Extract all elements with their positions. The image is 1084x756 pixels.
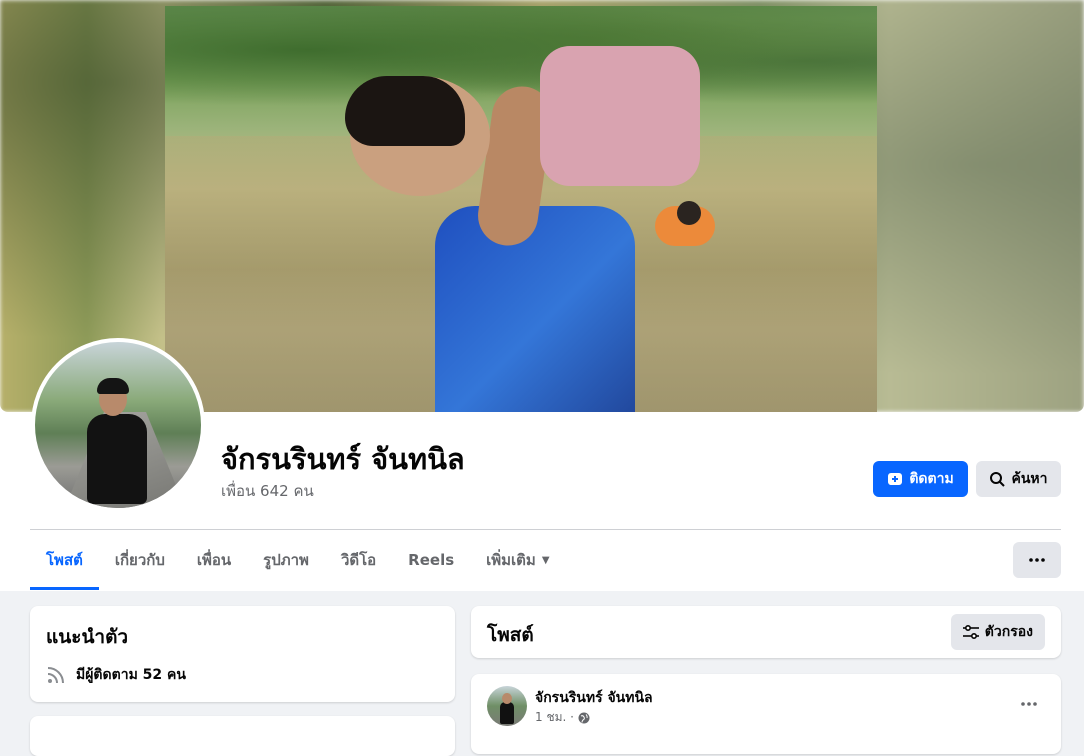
tab-reels[interactable]: Reels: [392, 530, 470, 590]
follow-plus-icon: [887, 471, 903, 487]
ellipsis-icon: [1029, 558, 1045, 562]
filter-sliders-icon: [962, 625, 979, 639]
profile-name: จักรนรินทร์ จันทนิล: [221, 442, 465, 476]
tab-more[interactable]: เพิ่มเติม ▼: [470, 530, 565, 590]
post-options-button[interactable]: [1013, 692, 1045, 716]
tab-posts[interactable]: โพสต์: [30, 530, 99, 590]
post-card: จักรนรินทร์ จันทนิล 1 ชม. ·: [471, 674, 1061, 754]
profile-header: จักรนรินทร์ จันทนิล เพื่อน 642 คน ติดตาม…: [0, 0, 1084, 591]
followers-row: มีผู้ติดตาม 52 คน: [46, 664, 186, 686]
rss-icon: [46, 665, 66, 685]
follow-button-label: ติดตาม: [909, 471, 954, 487]
friends-count[interactable]: เพื่อน 642 คน: [221, 479, 314, 503]
tab-about[interactable]: เกี่ยวกับ: [99, 530, 181, 590]
post-meta: 1 ชม. ·: [535, 708, 590, 727]
search-icon: [989, 471, 1006, 487]
tab-videos[interactable]: วิดีโอ: [325, 530, 392, 590]
intro-card: แนะนำตัว มีผู้ติดตาม 52 คน: [30, 606, 455, 702]
post-author-avatar[interactable]: [487, 686, 527, 726]
profile-tabs: โพสต์ เกี่ยวกับ เพื่อน รูปภาพ วิดีโอ Ree…: [30, 530, 566, 590]
posts-header-card: โพสต์ ตัวกรอง: [471, 606, 1061, 658]
ellipsis-icon: [1021, 702, 1037, 706]
cover-photo[interactable]: [165, 6, 877, 412]
filter-button[interactable]: ตัวกรอง: [950, 614, 1045, 650]
intro-title: แนะนำตัว: [46, 626, 129, 648]
followers-count[interactable]: มีผู้ติดตาม 52 คน: [76, 664, 186, 686]
caret-down-icon: ▼: [541, 554, 550, 566]
profile-avatar[interactable]: [31, 338, 205, 512]
profile-more-options-button[interactable]: [1013, 542, 1061, 578]
posts-title: โพสต์: [487, 624, 534, 646]
search-button[interactable]: ค้นหา: [976, 461, 1061, 497]
photos-card: [30, 716, 455, 756]
filter-button-label: ตัวกรอง: [984, 624, 1033, 640]
globe-icon: [578, 712, 590, 724]
cover-person: [255, 46, 700, 412]
follow-button[interactable]: ติดตาม: [873, 461, 968, 497]
post-author-name[interactable]: จักรนรินทร์ จันทนิล: [535, 687, 653, 709]
post-time[interactable]: 1 ชม. ·: [535, 708, 574, 727]
tab-photos[interactable]: รูปภาพ: [247, 530, 325, 590]
search-button-label: ค้นหา: [1011, 471, 1048, 487]
tab-friends[interactable]: เพื่อน: [181, 530, 247, 590]
